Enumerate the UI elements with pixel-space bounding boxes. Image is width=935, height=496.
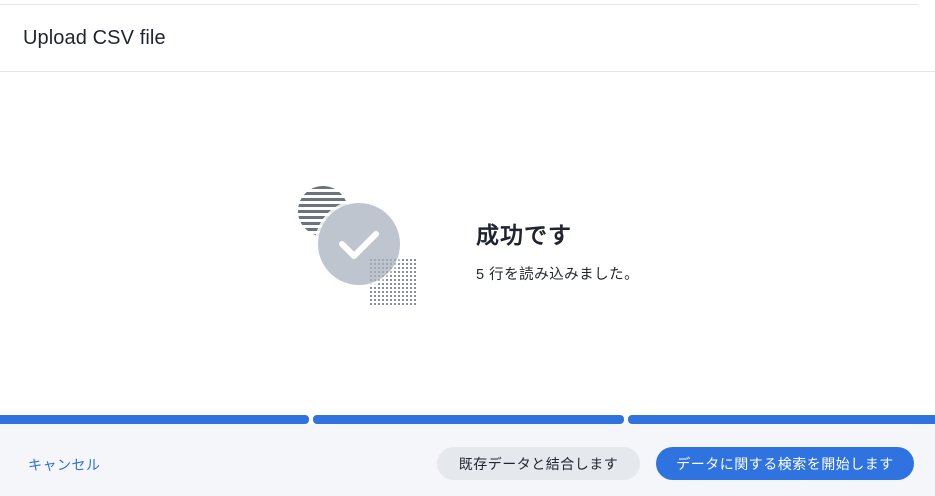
dialog-header: Upload CSV file: [0, 5, 935, 72]
dialog-body: 成功です 5 行を読み込みました。: [0, 73, 935, 415]
dialog-title: Upload CSV file: [23, 27, 166, 49]
progress-step-2: [313, 415, 624, 424]
result-message: 成功です 5 行を読み込みました。: [476, 216, 639, 284]
dialog-footer: キャンセル 既存データと結合します データに関する検索を開始します: [0, 424, 935, 496]
progress-step-1: [0, 415, 309, 424]
result-title: 成功です: [476, 222, 572, 248]
cancel-button[interactable]: キャンセル: [28, 455, 101, 475]
step-progress-bar: [0, 415, 935, 424]
success-check-icon: [294, 183, 419, 308]
start-data-search-button[interactable]: データに関する検索を開始します: [656, 447, 914, 480]
result-detail: 5 行を読み込みました。: [476, 267, 640, 283]
upload-csv-dialog: Upload CSV file 成功です 5 行を読み込みました。 キャンセル …: [0, 0, 935, 496]
progress-step-3: [628, 415, 935, 424]
merge-existing-data-button[interactable]: 既存データと結合します: [437, 447, 640, 480]
